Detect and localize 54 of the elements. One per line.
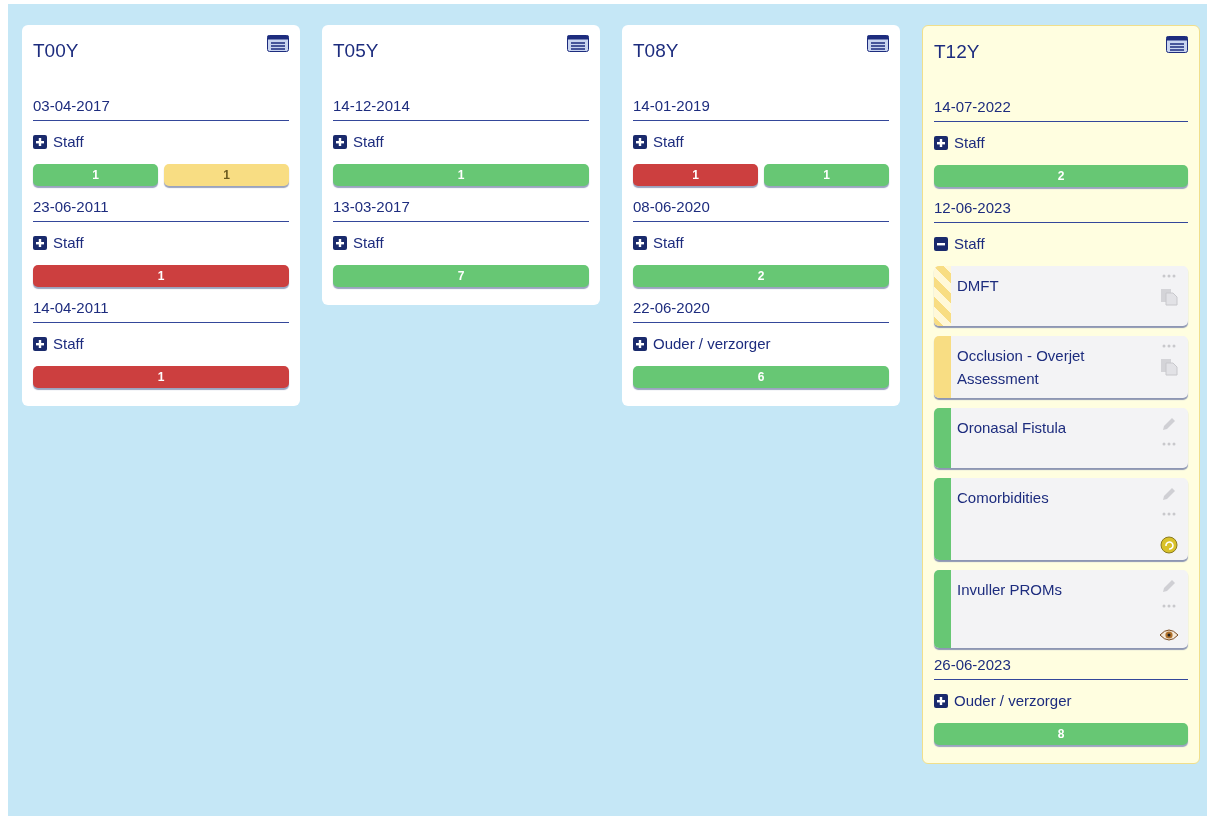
eye-icon[interactable] bbox=[1159, 628, 1179, 642]
expand-icon[interactable] bbox=[33, 235, 47, 250]
session-date[interactable]: 12-06-2023 bbox=[934, 193, 1188, 223]
expand-icon[interactable] bbox=[934, 135, 948, 150]
group-label[interactable]: Staff bbox=[954, 134, 985, 151]
form-title: Invuller PROMs bbox=[956, 580, 1064, 600]
group-label[interactable]: Ouder / verzorger bbox=[653, 335, 771, 352]
expand-icon[interactable] bbox=[333, 134, 347, 149]
column-title: T12Y bbox=[934, 41, 980, 63]
form-card[interactable]: Invuller PROMs bbox=[934, 570, 1188, 648]
session-date[interactable]: 03-04-2017 bbox=[33, 91, 289, 121]
group-label[interactable]: Staff bbox=[53, 335, 84, 352]
session-date[interactable]: 26-06-2023 bbox=[934, 650, 1188, 680]
group-label[interactable]: Ouder / verzorger bbox=[954, 692, 1072, 709]
form-title: Comorbidities bbox=[956, 488, 1050, 508]
expand-icon[interactable] bbox=[633, 134, 647, 149]
session-date[interactable]: 14-01-2019 bbox=[633, 91, 889, 121]
session-date[interactable]: 14-07-2022 bbox=[934, 92, 1188, 122]
column-title: T00Y bbox=[33, 40, 79, 62]
session-date[interactable]: 08-06-2020 bbox=[633, 192, 889, 222]
list-view-icon[interactable] bbox=[267, 35, 289, 52]
count-bar[interactable]: 1 bbox=[633, 164, 758, 186]
expand-icon[interactable] bbox=[333, 235, 347, 250]
list-view-icon[interactable] bbox=[867, 35, 889, 52]
session-date[interactable]: 14-12-2014 bbox=[333, 91, 589, 121]
group-label[interactable]: Staff bbox=[353, 133, 384, 150]
count-bar[interactable]: 1 bbox=[33, 265, 289, 287]
form-title: Occlusion - Overjet Assessment bbox=[956, 346, 1086, 389]
group-label[interactable]: Staff bbox=[653, 234, 684, 251]
form-title: DMFT bbox=[956, 276, 1000, 296]
expand-icon[interactable] bbox=[633, 336, 647, 351]
group-label[interactable]: Staff bbox=[954, 235, 985, 252]
group-label[interactable]: Staff bbox=[653, 133, 684, 150]
group-label[interactable]: Staff bbox=[53, 133, 84, 150]
count-bar[interactable]: 1 bbox=[164, 164, 289, 186]
count-bar[interactable]: 1 bbox=[33, 366, 289, 388]
session-date[interactable]: 14-04-2011 bbox=[33, 293, 289, 323]
expand-icon[interactable] bbox=[33, 134, 47, 149]
group-label[interactable]: Staff bbox=[353, 234, 384, 251]
column-title: T05Y bbox=[333, 40, 379, 62]
form-card[interactable]: Comorbidities bbox=[934, 478, 1188, 560]
list-view-icon[interactable] bbox=[1166, 36, 1188, 53]
session-date[interactable]: 13-03-2017 bbox=[333, 192, 589, 222]
expand-icon[interactable] bbox=[633, 235, 647, 250]
refresh-icon[interactable] bbox=[1160, 536, 1178, 554]
expand-icon[interactable] bbox=[33, 336, 47, 351]
collapse-icon[interactable] bbox=[934, 236, 948, 251]
expand-icon[interactable] bbox=[934, 693, 948, 708]
form-title: Oronasal Fistula bbox=[956, 418, 1068, 438]
column-title: T08Y bbox=[633, 40, 679, 62]
session-date[interactable]: 22-06-2020 bbox=[633, 293, 889, 323]
session-date[interactable]: 23-06-2011 bbox=[33, 192, 289, 222]
group-label[interactable]: Staff bbox=[53, 234, 84, 251]
list-view-icon[interactable] bbox=[567, 35, 589, 52]
